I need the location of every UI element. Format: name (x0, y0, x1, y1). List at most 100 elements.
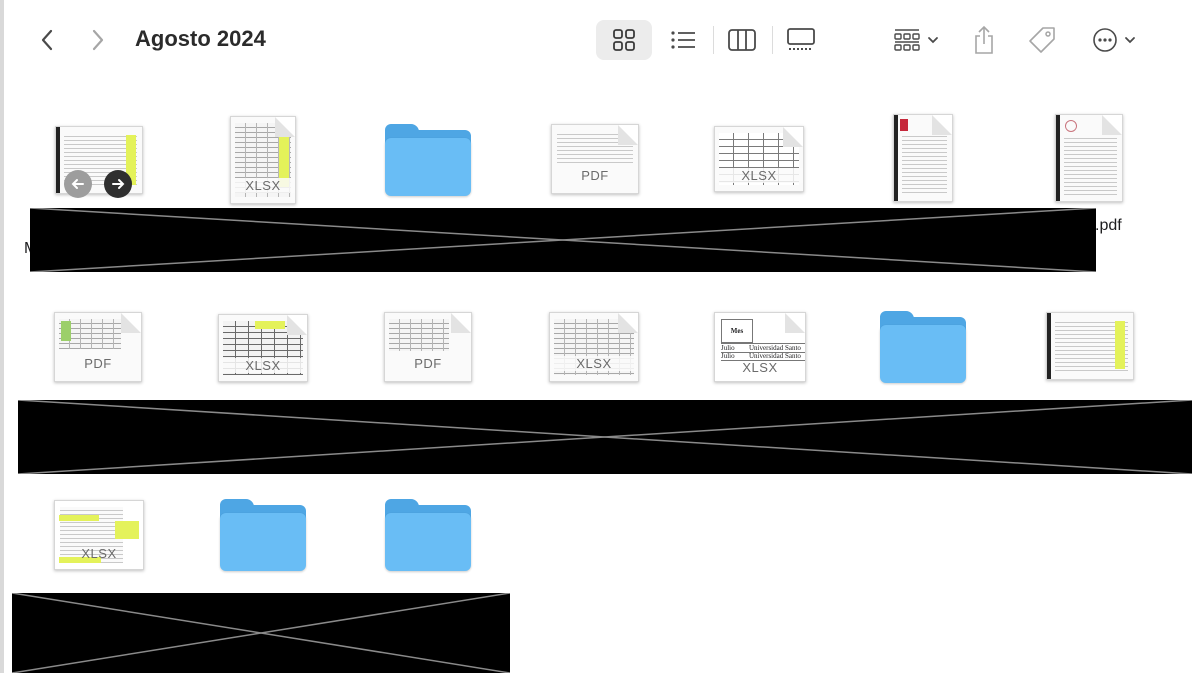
file-item[interactable]: Mes Julio Universidad Santo Julio Univer… (714, 312, 806, 382)
file-type-label: XLSX (231, 178, 295, 193)
chevron-right-icon (92, 29, 104, 51)
folder-title: Agosto 2024 (135, 26, 266, 51)
page-corner (451, 313, 471, 333)
file-item[interactable] (220, 499, 306, 571)
icon-view-button[interactable] (596, 20, 652, 60)
xlsx-document-icon: XLSX (54, 500, 144, 570)
file-item[interactable] (385, 499, 471, 571)
file-type-label: XLSX (715, 168, 803, 183)
thumbnail-lines (1064, 135, 1117, 195)
group-by-button[interactable] (886, 22, 946, 58)
xlsx-document-icon: XLSX (714, 126, 804, 192)
page-corner (783, 127, 803, 147)
icon-view-icon (613, 29, 635, 51)
forward-button[interactable] (80, 20, 116, 60)
file-item[interactable] (385, 124, 471, 196)
thumbnail-highlight (59, 515, 99, 521)
file-type-label: PDF (581, 168, 609, 183)
file-item[interactable]: XLSX (549, 312, 639, 382)
page-corner (1102, 115, 1122, 135)
file-item[interactable]: XLSX (54, 500, 144, 570)
preview-header-cell: Mes (721, 319, 753, 343)
column-view-button[interactable] (714, 20, 770, 60)
image-thumbnail (1046, 312, 1134, 380)
arrow-left-icon (71, 179, 84, 189)
file-type-label: XLSX (742, 360, 778, 375)
file-item[interactable]: XLSX (218, 314, 308, 382)
pdf-document-icon: PDF (384, 312, 472, 382)
previous-page-button[interactable] (64, 170, 92, 198)
more-icon (1093, 28, 1117, 52)
thumbnail-spine (1047, 313, 1051, 379)
document-thumbnail (1055, 114, 1123, 202)
folder-icon (385, 124, 471, 196)
preview-cell: Julio (721, 352, 735, 360)
redaction-box (30, 208, 1096, 272)
file-item[interactable]: PDF (384, 312, 474, 382)
thumbnail-lines (902, 133, 947, 195)
thumbnail-spine (894, 115, 898, 201)
page-corner (785, 313, 805, 333)
page-corner (287, 315, 307, 335)
preview-cell: Universidad Santo (749, 344, 801, 352)
share-button[interactable] (966, 20, 1002, 60)
arrow-right-icon (112, 179, 125, 189)
back-button[interactable] (29, 20, 65, 60)
thumbnail-highlight (115, 521, 139, 539)
page-corner (618, 125, 638, 145)
column-view-icon (728, 29, 756, 51)
pdf-document-icon: PDF (54, 312, 142, 382)
file-item[interactable] (880, 311, 966, 383)
thumbnail-highlight (61, 321, 71, 341)
file-item[interactable] (1055, 114, 1125, 204)
file-item[interactable] (52, 122, 144, 204)
gallery-view-icon (787, 28, 815, 50)
preview-cell: Universidad Santo (749, 352, 801, 360)
file-item[interactable]: XLSX (228, 114, 298, 204)
redaction-box (18, 400, 1192, 474)
next-page-button[interactable] (104, 170, 132, 198)
file-type-label: PDF (84, 356, 112, 371)
share-icon (975, 25, 993, 54)
window-edge (0, 0, 4, 673)
thumbnail-seal (1065, 120, 1077, 132)
redaction-box (12, 593, 510, 673)
file-item[interactable] (893, 114, 955, 204)
list-view-icon (671, 31, 695, 49)
gallery-view-button[interactable] (773, 20, 829, 60)
thumbnail-logo-mark (900, 119, 908, 131)
chevron-down-icon (928, 37, 938, 44)
file-item[interactable]: PDF (551, 124, 639, 194)
spreadsheet-grid (389, 319, 449, 351)
folder-icon (220, 499, 306, 571)
file-item[interactable]: XLSX (714, 126, 804, 192)
file-item[interactable] (1046, 312, 1136, 382)
pdf-document-icon: PDF (551, 124, 639, 194)
file-type-label: XLSX (550, 356, 638, 371)
thumbnail-highlight (255, 321, 285, 329)
xlsx-document-icon: XLSX (549, 312, 639, 382)
preview-cell: Julio (721, 344, 735, 352)
thumbnail-highlight (1115, 321, 1125, 369)
group-icon (894, 29, 920, 51)
thumbnail-spine (56, 127, 60, 193)
folder-icon (880, 311, 966, 383)
xlsx-document-icon: Mes Julio Universidad Santo Julio Univer… (714, 312, 806, 382)
more-actions-button[interactable] (1084, 22, 1144, 58)
file-type-label: XLSX (81, 546, 117, 561)
list-view-button[interactable] (655, 20, 711, 60)
page-corner (121, 313, 141, 333)
file-type-label: PDF (414, 356, 442, 371)
tag-icon (1029, 27, 1055, 53)
xlsx-document-icon: XLSX (230, 116, 296, 204)
xlsx-document-icon: XLSX (218, 314, 308, 382)
page-corner (618, 313, 638, 333)
file-type-label: XLSX (219, 358, 307, 373)
tag-button[interactable] (1022, 20, 1062, 60)
document-thumbnail (893, 114, 953, 202)
file-item[interactable]: PDF (54, 312, 144, 382)
file-name-fragment: .pdf (1095, 217, 1122, 234)
chevron-down-icon (1125, 37, 1135, 44)
chevron-left-icon (41, 29, 53, 51)
folder-icon (385, 499, 471, 571)
